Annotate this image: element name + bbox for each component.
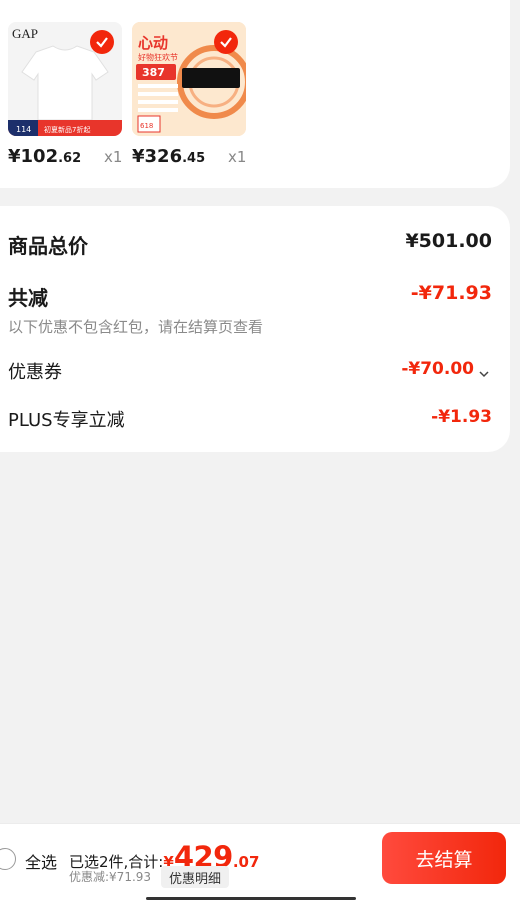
coupon-label: 优惠券 <box>8 362 62 383</box>
coupon-chevron[interactable] <box>478 364 490 383</box>
plus-value: -¥1.93 <box>431 407 492 427</box>
gap-brand-mark: GAP <box>12 26 38 41</box>
promo-sub: 好物狂欢节 <box>138 52 178 62</box>
item-price: ¥102 .62 <box>8 146 81 167</box>
reduce-value: -¥71.93 <box>410 282 492 304</box>
promo-title: 心动 <box>138 34 168 52</box>
item-check-icon[interactable] <box>214 30 238 54</box>
plus-label: PLUS专享立减 <box>8 410 125 431</box>
item-qty: x1 <box>104 148 123 166</box>
selected-items-card: GAP 114 初夏新品7折起 心动 好物狂欢节 387 618 ¥102 .6… <box>0 0 510 188</box>
check-icon <box>96 37 108 48</box>
price-tag-text: 114 <box>16 125 31 134</box>
promo-bottom: 618 <box>140 122 153 130</box>
item-qty: x1 <box>228 148 247 166</box>
promo-price: 387 <box>142 66 165 79</box>
discount-detail-button[interactable]: 优惠明细 <box>161 866 230 888</box>
product-thumb-ssd[interactable]: 心动 好物狂欢节 387 618 <box>132 22 246 136</box>
radio-icon[interactable] <box>0 848 16 870</box>
price-dec: .62 <box>58 151 82 166</box>
amount-dec: .07 <box>232 853 260 871</box>
total-value: ¥501.00 <box>405 230 492 252</box>
chevron-down-icon <box>479 371 489 378</box>
price-dec: .45 <box>182 151 206 166</box>
discount-note: 以下优惠不包含红包，请在结算页查看 <box>8 318 264 336</box>
coupon-value[interactable]: -¥70.00 <box>401 359 474 379</box>
checkout-button[interactable]: 去结算 <box>382 832 506 884</box>
check-icon <box>220 37 232 48</box>
item-check-icon[interactable] <box>90 30 114 54</box>
price-int: ¥102 <box>8 146 59 167</box>
reduce-label: 共减 <box>8 286 48 310</box>
checkout-bar: 全选 已选2件,合计: ¥ 429 .07 优惠减:¥71.93 优惠明细 去结… <box>0 823 520 900</box>
price-int: ¥326 <box>132 146 183 167</box>
total-label: 商品总价 <box>8 234 88 258</box>
price-summary-card: 商品总价 ¥501.00 共减 -¥71.93 以下优惠不包含红包，请在结算页查… <box>0 206 510 452</box>
discount-summary: 优惠减:¥71.93 <box>69 870 152 884</box>
promo-text: 初夏新品7折起 <box>44 125 90 134</box>
select-all-label[interactable]: 全选 <box>25 849 57 873</box>
product-thumb-gap[interactable]: GAP 114 初夏新品7折起 <box>8 22 122 136</box>
item-price: ¥326 .45 <box>132 146 205 167</box>
